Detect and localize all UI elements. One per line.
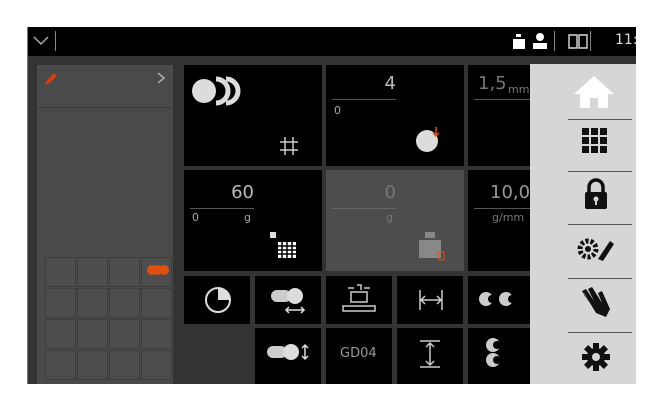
grid-cell[interactable] [45,288,76,318]
divider [590,31,591,51]
program-grid [45,257,173,384]
app-window: 11:45 [27,27,636,384]
spools-pair-icon [479,292,516,306]
apps-grid-icon [582,128,607,153]
grid-cell[interactable] [77,257,108,287]
clock-time: 11:45 [615,32,636,48]
book-icon [568,34,588,49]
weight-icon [513,34,525,49]
status-bar: 11:45 [27,27,636,56]
grid-cell[interactable] [141,257,172,287]
divider [474,208,530,209]
lock-icon [585,178,607,209]
menu-settings[interactable] [530,333,636,384]
tare-tile[interactable]: 0 g [326,170,464,271]
weight-grid-icon [270,232,296,258]
pie-button[interactable] [184,276,250,324]
menu-apps[interactable] [530,120,636,172]
chevron-down-icon[interactable] [31,29,51,51]
count-min: 0 [334,104,341,117]
menu-tools[interactable] [530,225,636,277]
gd-code-button[interactable]: GD04 [326,328,392,384]
count-value: 4 [384,73,396,94]
weight-unit: g [244,211,251,224]
spool-tile[interactable] [184,65,322,166]
user-icon [533,33,547,49]
height-button[interactable] [397,328,463,384]
grid-cell[interactable] [109,257,140,287]
grid-cell[interactable] [77,350,108,380]
grid-cell[interactable] [77,288,108,318]
settings-icon [582,343,610,371]
scale-weight-icon [419,232,445,261]
width-arrow-icon [419,290,443,310]
width-button[interactable] [397,276,463,324]
press-button[interactable] [326,276,392,324]
grid-cell[interactable] [141,288,172,318]
tare-unit: g [386,211,393,224]
ball-icon [416,127,440,152]
left-panel [37,65,173,384]
spools-stack-button[interactable] [468,328,530,384]
spool-toggle-vertical-icon [267,343,309,361]
press-icon [342,284,376,312]
grid-cell[interactable] [141,319,172,349]
gd-code-label: GD04 [340,346,377,361]
tools-icon [577,238,614,261]
menu-lock[interactable] [530,172,636,224]
grid-cell[interactable] [109,288,140,318]
spool-toggle-icon [271,288,306,314]
thickness-unit: mm [508,83,530,96]
spools-icon [147,265,169,275]
divider [554,31,555,51]
divider [190,208,254,209]
grid-cell[interactable] [141,350,172,380]
height-arrow-icon [420,340,440,368]
density-unit: g/mm [492,211,525,224]
pencil-icon[interactable] [43,71,59,87]
divider [332,99,396,100]
grid-hash-icon [280,137,298,155]
menu-home[interactable] [530,66,636,118]
thickness-tile[interactable]: 1,5 mm [468,65,530,166]
density-tile[interactable]: 10,0 g/mm [468,170,530,271]
tare-value: 0 [384,182,396,203]
side-menu [530,64,636,384]
program-header[interactable] [37,65,173,108]
pie-icon [205,287,231,313]
spools-pair-button[interactable] [468,276,530,324]
grid-cell[interactable] [45,257,76,287]
grid-cell[interactable] [45,319,76,349]
hand-icon [582,287,610,317]
divider [474,99,530,100]
divider [55,31,56,51]
weight-tile[interactable]: 60 0 g [184,170,322,271]
grid-cell[interactable] [109,319,140,349]
home-icon [574,76,614,108]
grid-cell[interactable] [45,350,76,380]
spools-stack-icon [486,338,501,367]
weight-min: 0 [192,211,199,224]
weight-value: 60 [231,182,254,203]
toggle-vertical-button[interactable] [255,328,321,384]
chevron-right-icon[interactable] [155,71,167,85]
count-tile[interactable]: 4 0 [326,65,464,166]
grid-cell[interactable] [77,319,108,349]
menu-hand[interactable] [530,279,636,331]
window-edge [27,27,28,384]
thickness-value: 1,5 [478,73,507,94]
divider [332,208,396,209]
grid-cell[interactable] [109,350,140,380]
density-value: 10,0 [490,182,531,203]
toggle-horizontal-button[interactable] [255,276,321,324]
spools-icon [192,76,241,106]
